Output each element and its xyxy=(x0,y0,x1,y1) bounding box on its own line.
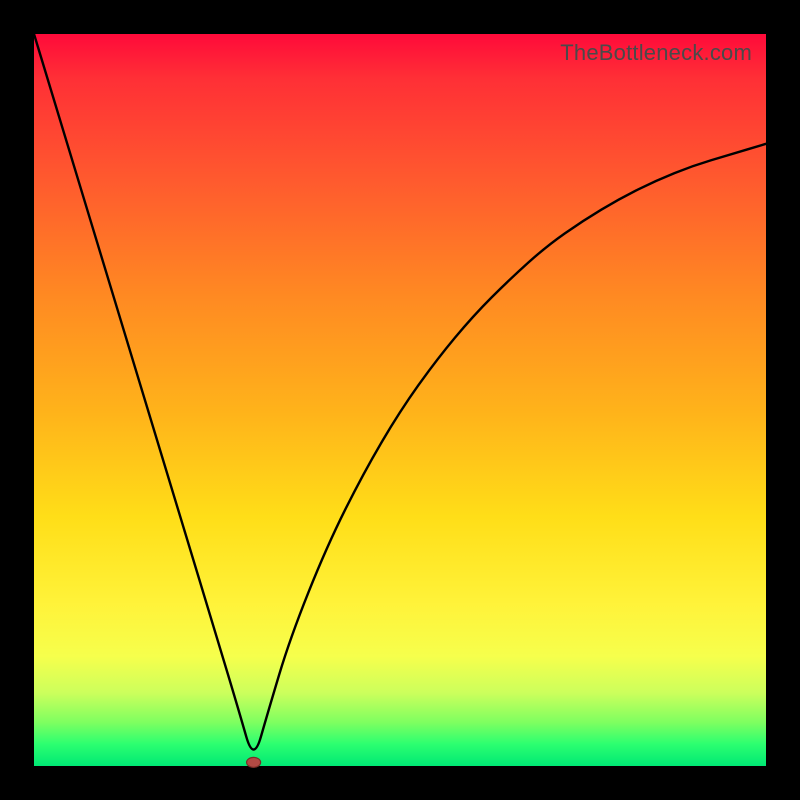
chart-frame: TheBottleneck.com xyxy=(0,0,800,800)
plot-area: TheBottleneck.com xyxy=(34,34,766,766)
bottleneck-curve xyxy=(34,34,766,766)
minimum-marker xyxy=(247,757,261,767)
curve-path xyxy=(34,34,766,750)
